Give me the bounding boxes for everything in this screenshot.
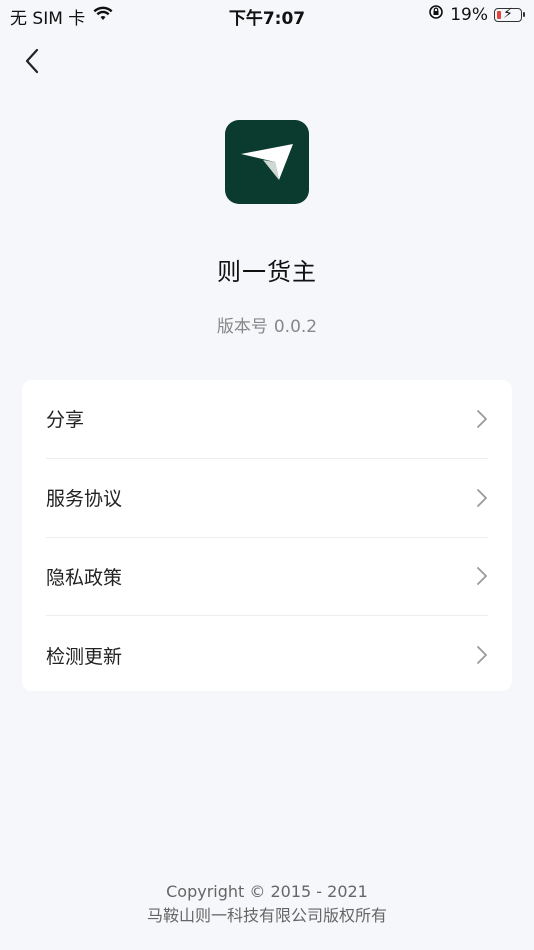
version-value: 0.0.2: [273, 317, 318, 337]
footer: Copyright © 2015 - 2021 马鞍山则一科技有限公司版权所有: [0, 880, 534, 928]
menu-card: 分享 服务协议 隐私政策 检测更新: [22, 380, 512, 691]
chevron-right-icon: [476, 645, 488, 665]
version-label: 版本号: [216, 317, 268, 337]
status-bar: 无 SIM 卡 下午7:07 19% ⚡: [0, 0, 534, 30]
chevron-right-icon: [476, 409, 488, 429]
status-right: 19% ⚡: [428, 4, 525, 25]
chevron-left-icon: [25, 48, 39, 74]
menu-item-label: 分享: [46, 409, 85, 432]
battery-percent: 19%: [450, 4, 488, 25]
rotation-lock-icon: [428, 4, 444, 25]
chevron-right-icon: [476, 566, 488, 586]
battery-icon: ⚡: [494, 6, 525, 22]
menu-item-privacy-policy[interactable]: 隐私政策: [46, 538, 488, 617]
chevron-right-icon: [476, 488, 488, 508]
menu-item-check-update[interactable]: 检测更新: [46, 616, 488, 694]
app-logo: [225, 120, 309, 204]
menu-item-label: 服务协议: [46, 488, 123, 511]
company-text: 马鞍山则一科技有限公司版权所有: [146, 906, 387, 925]
menu-item-service-agreement[interactable]: 服务协议: [46, 459, 488, 538]
menu-item-label: 检测更新: [46, 645, 123, 668]
version-info: 版本号 0.0.2: [0, 312, 534, 337]
menu-item-label: 隐私政策: [46, 566, 123, 589]
app-name: 则一货主: [217, 258, 317, 286]
copyright-text: Copyright © 2015 - 2021: [166, 882, 368, 901]
back-button[interactable]: [18, 44, 46, 78]
menu-item-share[interactable]: 分享: [46, 380, 488, 459]
